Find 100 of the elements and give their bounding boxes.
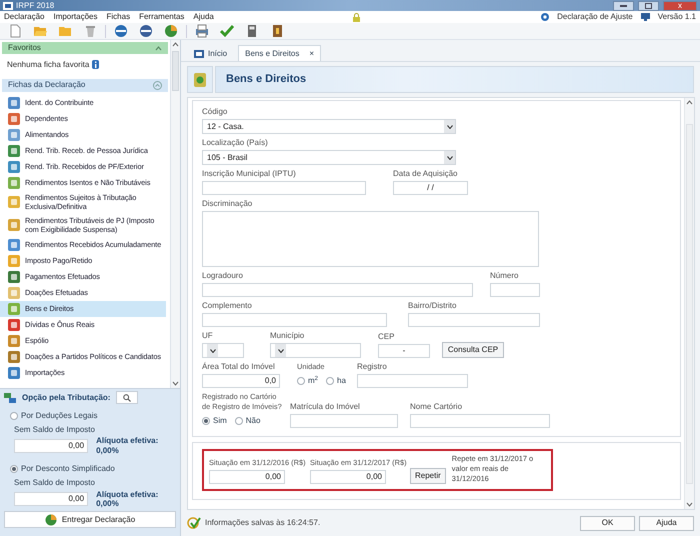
radio-button[interactable]	[10, 465, 18, 474]
field-label: Área Total do Imóvel	[202, 362, 276, 372]
tile-icon	[8, 219, 20, 232]
minimize-button[interactable]	[613, 0, 634, 10]
field-label: Sem Saldo de Imposto	[14, 478, 96, 488]
deliver-button[interactable]: Entregar Declaração	[4, 511, 176, 528]
tile-icon	[8, 286, 20, 299]
menu-item[interactable]: Ajuda	[193, 12, 214, 22]
tile-icon	[8, 270, 20, 283]
printer-icon[interactable]	[195, 24, 209, 38]
radio-button[interactable]	[202, 417, 210, 425]
radio-label: Por Desconto Simplificado	[21, 464, 115, 474]
input-field[interactable]	[202, 313, 387, 327]
radio-button[interactable]	[234, 417, 243, 425]
tab[interactable]: Bens e Direitos ×	[238, 45, 322, 61]
input-field[interactable]: 0,00	[209, 470, 285, 484]
scrollbar[interactable]	[170, 40, 180, 388]
tile-icon	[8, 366, 20, 379]
tile-icon	[8, 350, 20, 363]
input-field[interactable]: 0,00	[14, 438, 88, 453]
status-text: Informações salvas às 16:24:57.	[205, 518, 320, 528]
radio-button[interactable]	[326, 377, 334, 385]
check-icon[interactable]	[220, 24, 234, 38]
trash-icon[interactable]	[83, 24, 97, 38]
field-label: UF	[202, 331, 214, 341]
input-field[interactable]: -	[378, 344, 430, 358]
collapse-icon[interactable]	[155, 45, 162, 51]
field-label: CEP	[378, 332, 396, 342]
tile-icon	[8, 96, 20, 109]
repeat-button[interactable]: Repetir	[410, 468, 446, 484]
input-field[interactable]: 0,00	[310, 470, 386, 484]
caret-icon	[278, 348, 284, 352]
menu-item[interactable]: Importações	[53, 12, 98, 22]
section-title: Opção pela Tributação:	[22, 392, 110, 402]
input-field[interactable]	[357, 374, 468, 388]
scrollbar[interactable]	[684, 98, 694, 509]
dropdown[interactable]	[202, 343, 244, 358]
exchange-icon	[4, 392, 16, 402]
scroll-up-icon[interactable]	[686, 100, 693, 105]
tile-icon	[8, 196, 20, 208]
collapse-icon[interactable]	[153, 80, 162, 90]
menu-item[interactable]: Declaração	[4, 12, 44, 22]
tile-icon	[8, 238, 20, 251]
menu-item[interactable]: Fichas	[106, 12, 130, 22]
radio-button[interactable]	[297, 377, 305, 385]
tile-icon	[8, 144, 20, 157]
field-label: Número	[490, 271, 520, 281]
search-button[interactable]	[116, 391, 138, 404]
field-label: Matrícula do Imóvel	[290, 402, 361, 412]
input-field[interactable]	[490, 283, 540, 297]
input-field[interactable]	[202, 181, 366, 195]
close-button[interactable]: x	[663, 0, 697, 10]
calculator-icon[interactable]	[245, 24, 259, 38]
radio-label: Por Deduções Legais	[21, 411, 98, 421]
empty-message: Nenhuma ficha favorita	[7, 60, 90, 70]
header-link[interactable]: Declaração de Ajuste	[557, 12, 633, 22]
consult-button[interactable]: Consulta CEP	[442, 342, 504, 358]
input-field[interactable]	[410, 414, 550, 428]
input-field[interactable]	[408, 313, 540, 327]
field-label: Inscrição Municipal (IPTU)	[202, 169, 297, 179]
monitor-icon	[640, 13, 650, 21]
field-label: Localização (País)	[202, 138, 269, 148]
dropdown[interactable]	[270, 343, 361, 358]
window-title: IRPF 2018	[16, 0, 54, 10]
minimize-icon	[620, 4, 627, 6]
tile-icon	[8, 254, 20, 267]
dialog-button[interactable]: OK	[580, 516, 635, 530]
dialog-button[interactable]: Ajuda	[639, 516, 694, 530]
scroll-down-icon[interactable]	[172, 381, 179, 386]
radio-label: Sim	[213, 416, 227, 426]
tile-icon	[8, 160, 20, 173]
dropdown[interactable]: 105 - Brasil	[202, 150, 456, 165]
menu-item[interactable]: Ferramentas	[139, 12, 184, 22]
scroll-thumb[interactable]	[686, 124, 693, 484]
tab[interactable]: Início	[187, 45, 234, 61]
tile-icon	[8, 318, 20, 331]
caret-icon	[446, 124, 452, 128]
tile-icon	[8, 176, 20, 189]
radio-button[interactable]	[10, 412, 18, 420]
input-field[interactable]	[290, 414, 398, 428]
dropdown[interactable]: 12 - Casa.	[202, 119, 456, 134]
folder-icon[interactable]	[33, 24, 47, 38]
text-area[interactable]	[202, 211, 539, 267]
caret-icon	[446, 156, 452, 160]
scroll-up-icon[interactable]	[172, 42, 179, 47]
panel-header[interactable]: Fichas da Declaração	[2, 78, 168, 92]
field-label: Logradouro	[202, 271, 244, 281]
input-field[interactable]: 0,00	[14, 492, 88, 506]
input-field[interactable]	[202, 283, 473, 297]
panel-header[interactable]: Favoritos	[2, 42, 168, 54]
scroll-down-icon[interactable]	[686, 502, 693, 507]
header-link[interactable]: Versão 1.1	[658, 12, 696, 22]
book-icon[interactable]	[270, 24, 284, 38]
radio-label: Não	[246, 416, 260, 426]
close-tab-icon[interactable]: ×	[309, 48, 314, 58]
scroll-thumb[interactable]	[172, 51, 179, 91]
input-field[interactable]: / /	[393, 181, 468, 195]
maximize-button[interactable]	[638, 0, 659, 10]
field-label: Complemento	[202, 301, 253, 311]
input-field[interactable]: 0,0	[202, 374, 280, 388]
